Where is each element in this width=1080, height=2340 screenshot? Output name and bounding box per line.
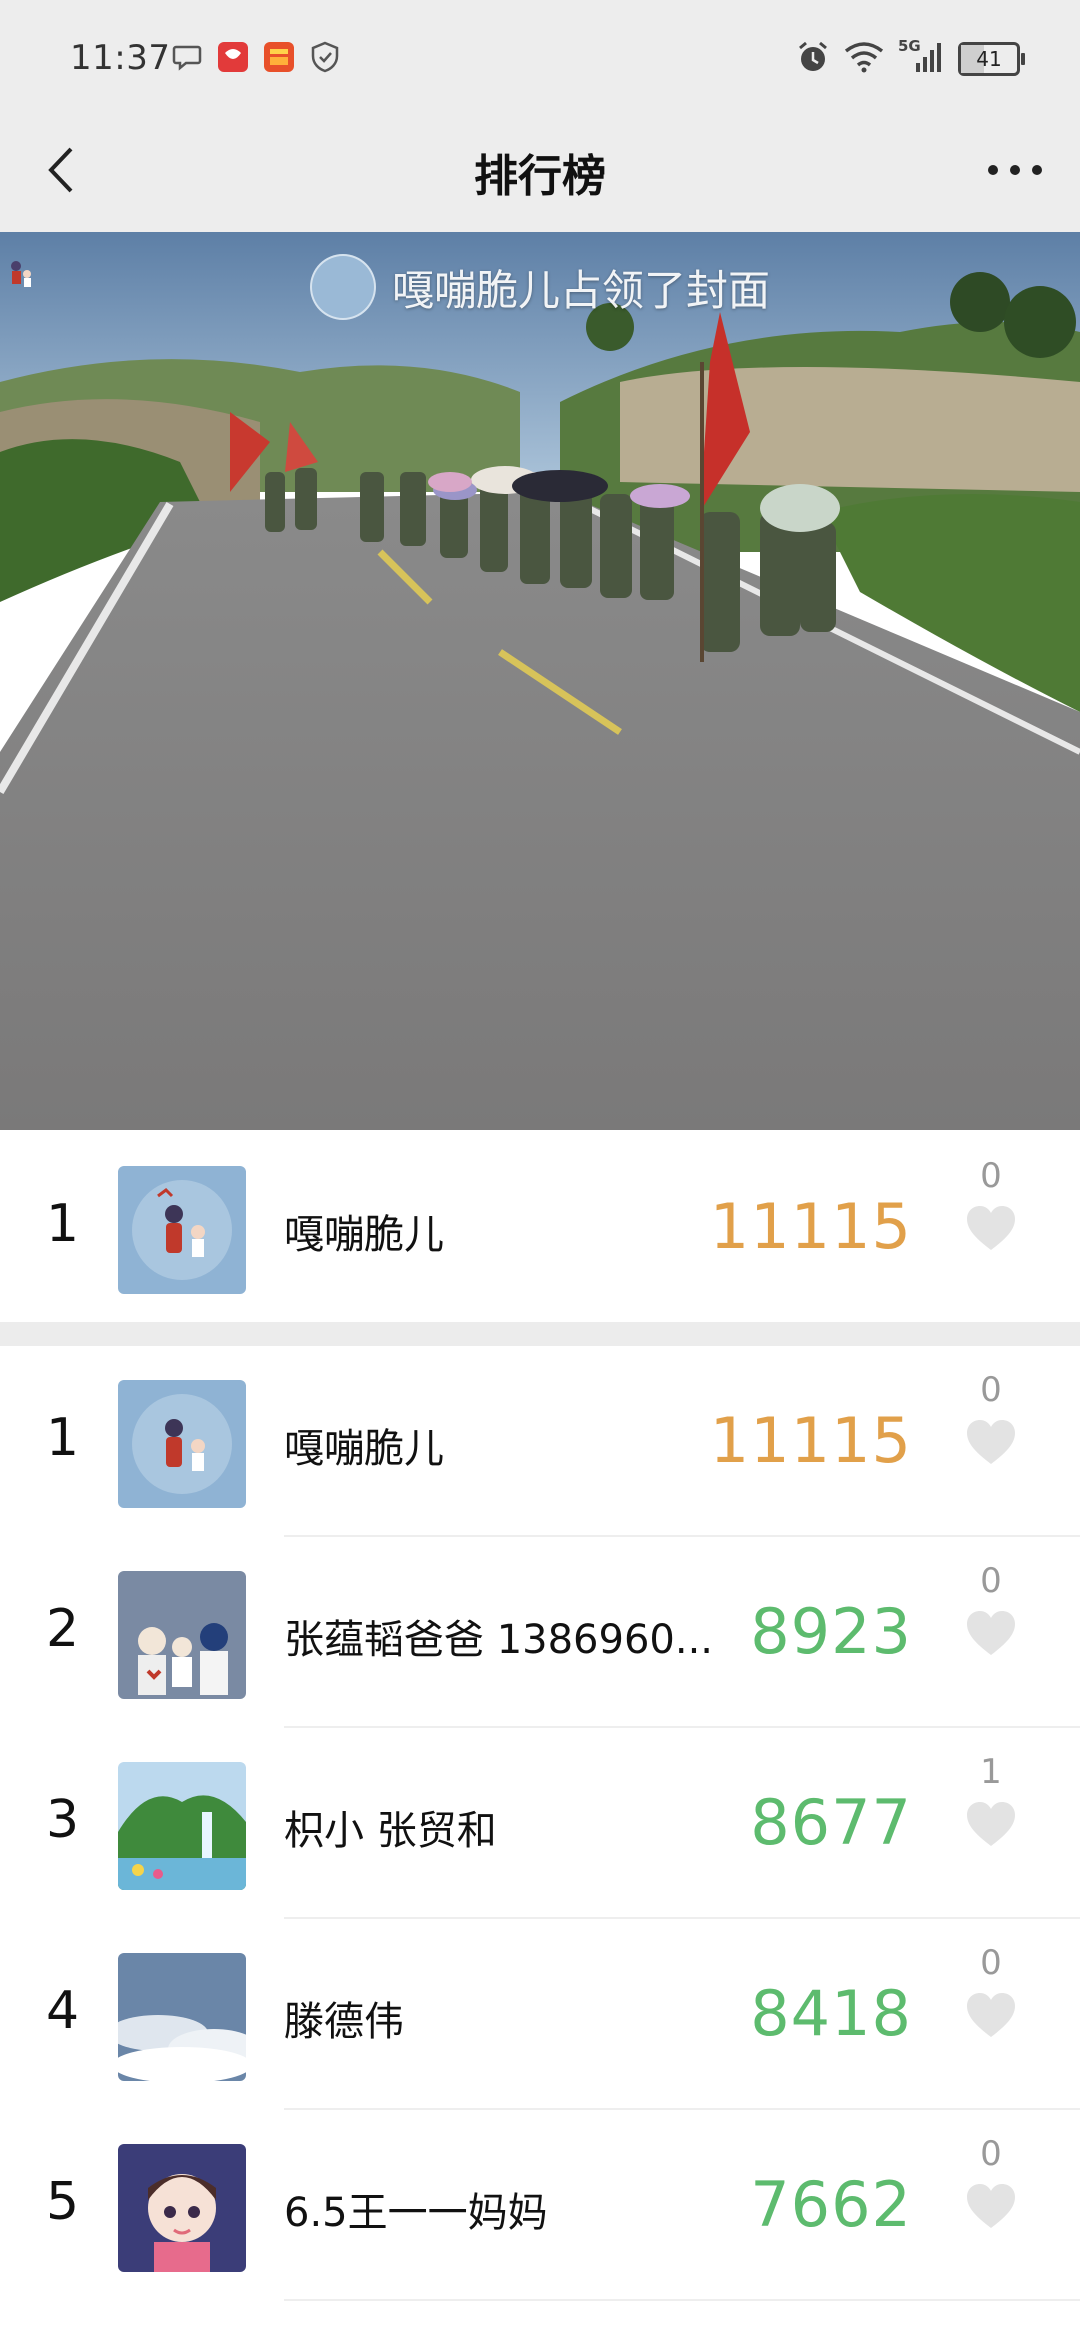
like-count: 0 [980,2134,1002,2174]
like-button[interactable]: 1 [946,1752,1036,1848]
cover-photo [0,232,1080,1130]
avatar[interactable] [118,2144,246,2272]
avatar[interactable] [118,1380,246,1508]
rank-number: 2 [46,1599,80,1659]
ranking-row[interactable]: 5 6.5王一一妈妈 7662 0 [0,2110,1080,2300]
like-count: 1 [980,1752,1002,1792]
step-count: 11115 [709,1404,912,1477]
signal-icon: 5G [898,37,944,77]
heart-icon [967,1993,1015,2037]
user-name: 滕德伟 [284,1999,404,2045]
step-count: 7662 [750,2168,912,2241]
heart-icon [967,1206,1015,1250]
ranking-row[interactable]: 3 枳小 张贸和 8677 1 [0,1728,1080,1918]
section-separator [0,1322,1080,1346]
rank-number: 4 [46,1981,80,2041]
heart-icon [967,1420,1015,1464]
step-count: 8677 [750,1786,912,1859]
like-count: 0 [980,1561,1002,1601]
heart-icon [967,2184,1015,2228]
wifi-icon [844,41,884,77]
network-type: 5G [898,37,921,55]
navigation-bar: 排行榜 [0,110,1080,232]
user-name: 嘎嘣脆儿 [284,1426,444,1472]
app-root: 11:37 5G 41 排行榜 嘎嘣脆儿占领了封面 1 嘎嘣脆儿 11115 0… [0,0,1080,2340]
cover-image[interactable]: 嘎嘣脆儿占领了封面 [0,232,1080,1130]
status-left-icons [170,40,342,74]
like-button[interactable]: 0 [946,2134,1036,2230]
status-bar: 11:37 5G 41 [0,0,1080,110]
rank-number: 1 [46,1408,80,1468]
ranking-row[interactable]: 2 张蕴韬爸爸 1386960... 8923 0 [0,1537,1080,1727]
like-button[interactable]: 0 [946,1156,1036,1252]
like-count: 0 [980,1370,1002,1410]
rank-number: 5 [46,2172,80,2232]
step-count: 11115 [709,1190,912,1263]
like-button[interactable]: 0 [946,1370,1036,1466]
user-name: 枳小 张贸和 [284,1808,497,1854]
app-badge-orange-icon [262,40,296,74]
step-count: 8418 [750,1977,912,2050]
my-rank-row[interactable]: 1 嘎嘣脆儿 11115 0 [0,1132,1080,1322]
like-button[interactable]: 0 [946,1561,1036,1657]
status-right-icons: 5G 41 [796,37,1025,78]
cover-owner-avatar [11,254,376,320]
avatar[interactable] [118,1762,246,1890]
like-count: 0 [980,1156,1002,1196]
cover-banner-text: 嘎嘣脆儿占领了封面 [391,265,770,315]
rank-number: 3 [46,1790,80,1850]
battery-icon: 41 [958,42,1025,76]
alarm-icon [796,40,830,78]
app-badge-red-icon [216,40,250,74]
step-count: 8923 [750,1595,912,1668]
ranking-row[interactable]: 1 嘎嘣脆儿 11115 0 [0,1346,1080,1536]
cover-banner: 嘎嘣脆儿占领了封面 [0,254,1080,320]
like-button[interactable]: 0 [946,1943,1036,2039]
avatar[interactable] [118,1571,246,1699]
heart-icon [967,1611,1015,1655]
shield-icon [308,40,342,74]
more-button[interactable] [980,140,1050,200]
avatar[interactable] [118,1953,246,2081]
page-title: 排行榜 [474,151,606,202]
user-name: 张蕴韬爸爸 1386960... [284,1617,714,1663]
ranking-row[interactable]: 4 滕德伟 8418 0 [0,1919,1080,2109]
avatar[interactable] [118,1166,246,1294]
battery-text: 41 [976,47,1002,71]
user-name: 6.5王一一妈妈 [284,2190,548,2236]
status-time: 11:37 [70,38,171,78]
heart-icon [967,1802,1015,1846]
like-count: 0 [980,1943,1002,1983]
user-name: 嘎嘣脆儿 [284,1212,444,1258]
row-divider [284,2299,1080,2301]
more-dots-icon [988,165,1042,175]
rank-number: 1 [46,1194,80,1254]
chat-bubble-icon [170,40,204,74]
